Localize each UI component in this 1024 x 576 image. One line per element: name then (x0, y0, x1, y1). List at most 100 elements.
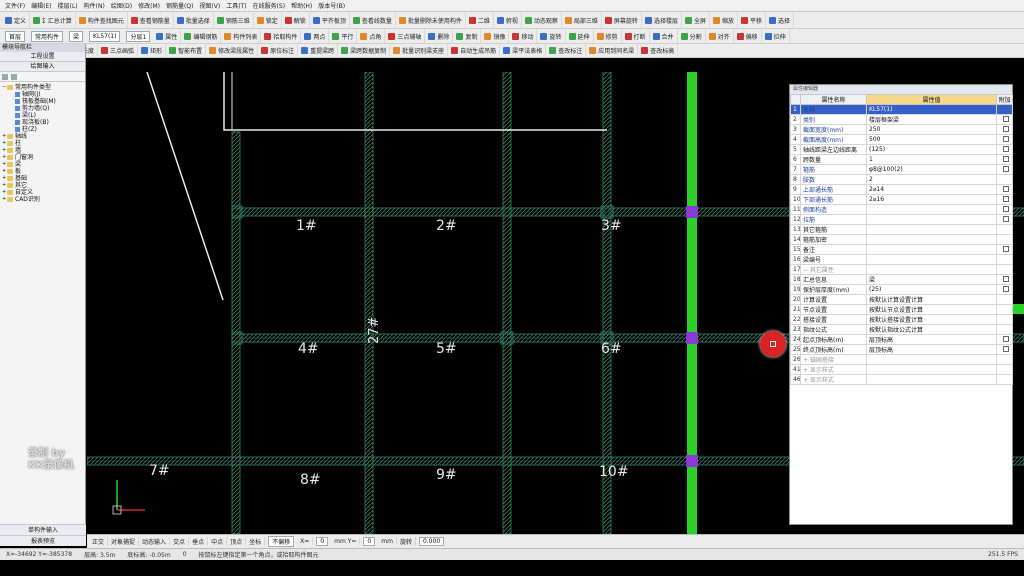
property-row[interactable]: 17− 其它属性 (790, 264, 1013, 275)
tree-node[interactable]: + 墙 (2, 147, 85, 154)
menu-item-5[interactable]: 修改(M) (135, 1, 163, 10)
property-row[interactable]: 25 终点顶标高(m) 层顶标高 (790, 344, 1013, 355)
main-button-6[interactable]: 锁定 (254, 12, 282, 28)
property-value[interactable]: 2⌀14 (866, 184, 997, 195)
attach-checkbox[interactable] (1002, 165, 1009, 172)
draw-button-9[interactable]: 梁跨数据复制 (338, 44, 391, 57)
attach-checkbox[interactable] (1002, 205, 1009, 212)
attach-checkbox[interactable] (1002, 285, 1009, 292)
tree-node[interactable]: + 自定义 (2, 189, 85, 196)
property-row[interactable]: 9 上部通长筋 2⌀14 (790, 184, 1013, 195)
snap-item-5[interactable]: 中点 (208, 537, 228, 546)
property-row[interactable]: 6 跨数量 1 (790, 154, 1013, 165)
attach-checkbox[interactable] (1002, 125, 1009, 132)
type-select[interactable]: 梁 (69, 30, 84, 42)
edit-button-2[interactable]: 构件列表 (221, 29, 262, 43)
attach-checkbox[interactable] (1002, 245, 1009, 252)
edit-button-7[interactable]: 三点辅轴 (385, 29, 426, 43)
tab-single-input[interactable]: 单构件输入 (0, 524, 86, 535)
attach-checkbox[interactable] (1002, 335, 1009, 342)
tab-project-settings[interactable]: 工程设置 (0, 52, 85, 62)
category-select[interactable]: 常用构件 (31, 30, 64, 42)
draw-button-15[interactable]: 查改标高 (638, 44, 679, 57)
edit-button-9[interactable]: 复制 (453, 29, 482, 43)
component-name-select[interactable]: KL57(1) (89, 30, 121, 42)
property-value[interactable] (866, 244, 997, 255)
snap-item-15[interactable]: 0.000 (418, 537, 445, 546)
edit-button-8[interactable]: 删除 (425, 29, 454, 43)
property-value[interactable] (866, 354, 997, 365)
main-button-10[interactable]: 批量删除未使用构件 (396, 12, 466, 28)
property-row[interactable]: 12 拉筋 (790, 214, 1013, 225)
property-value[interactable]: (125) (866, 144, 997, 155)
tree-node[interactable]: 现浇板(B) (2, 119, 85, 126)
property-value[interactable]: 楼层框架梁 (866, 114, 997, 125)
property-value[interactable]: 按默认搭接设置计算 (866, 314, 997, 325)
edit-button-15[interactable]: 打断 (622, 29, 650, 43)
property-row[interactable]: 4 截面高度(mm) 500 (790, 134, 1013, 145)
property-row[interactable]: 11 侧面构造 (790, 204, 1013, 215)
main-button-1[interactable]: Σ 汇总计算 (30, 12, 76, 28)
property-row[interactable]: 14 箍筋加密 (790, 234, 1013, 245)
property-value[interactable] (866, 224, 997, 235)
tree-node[interactable]: 柱(Z) (2, 126, 85, 133)
property-value[interactable]: KL57(1) (866, 104, 997, 115)
property-value[interactable]: 500 (866, 134, 997, 145)
property-value[interactable]: 层顶标高 (866, 344, 997, 355)
snap-item-9[interactable]: X= (297, 538, 314, 545)
snap-item-0[interactable]: 正交 (89, 537, 109, 546)
attach-checkbox[interactable] (1002, 155, 1009, 162)
attach-checkbox[interactable] (1002, 135, 1009, 142)
draw-button-7[interactable]: 原位标注 (258, 44, 299, 57)
edit-button-0[interactable]: 属性 (153, 29, 182, 43)
edit-button-6[interactable]: 点角 (357, 29, 386, 43)
menu-item-1[interactable]: 编辑(E) (28, 1, 54, 10)
property-row[interactable]: 46 + 显示样式 (790, 374, 1013, 385)
main-button-12[interactable]: 俯视 (494, 12, 522, 28)
attach-checkbox[interactable] (1002, 195, 1009, 202)
menu-item-2[interactable]: 楼层(L) (55, 1, 81, 10)
property-value[interactable] (866, 254, 997, 265)
tree-node[interactable]: + CAD识别 (2, 196, 85, 203)
menu-item-7[interactable]: 视图(V) (196, 1, 223, 10)
property-row[interactable]: 41 + 显示样式 (790, 364, 1013, 375)
property-value[interactable]: 层顶标高 (866, 334, 997, 345)
property-value[interactable]: 2 (866, 174, 997, 185)
draw-button-5[interactable]: 智能布置 (166, 44, 207, 57)
edit-button-5[interactable]: 平行 (329, 29, 358, 43)
main-button-14[interactable]: 局部三维 (562, 12, 602, 28)
edit-button-4[interactable]: 两点 (301, 29, 330, 43)
main-button-19[interactable]: 平移 (738, 12, 766, 28)
main-button-3[interactable]: 查看钢筋量 (128, 12, 174, 28)
property-row[interactable]: 13 其它箍筋 (790, 224, 1013, 235)
tree-node[interactable]: + 轴线 (2, 133, 85, 140)
draw-button-13[interactable]: 查改标注 (546, 44, 587, 57)
menu-item-4[interactable]: 绘图(D) (108, 1, 135, 10)
snap-item-8[interactable]: 不偏移 (268, 536, 295, 547)
attach-checkbox[interactable] (1002, 215, 1009, 222)
snap-item-4[interactable]: 垂点 (189, 537, 209, 546)
main-button-2[interactable]: 构件查找图元 (76, 12, 128, 28)
property-value[interactable] (866, 264, 997, 275)
property-value[interactable]: 按默认计算设置计算 (866, 294, 997, 305)
remove-icon[interactable] (11, 73, 17, 80)
property-row[interactable]: 22 搭接设置 按默认搭接设置计算 (790, 314, 1013, 325)
property-row[interactable]: 10 下部通长筋 2⌀16 (790, 194, 1013, 205)
property-row[interactable]: 5 轴线距梁左边线距离 (125) (790, 144, 1013, 155)
snap-item-10[interactable]: 0 (316, 537, 329, 546)
snap-item-1[interactable]: 对象捕捉 (108, 537, 140, 546)
property-value[interactable] (866, 374, 997, 385)
menu-item-3[interactable]: 构件(N) (81, 1, 108, 10)
property-row[interactable]: 3 截面宽度(mm) 250 (790, 124, 1013, 135)
main-button-4[interactable]: 批量选择 (174, 12, 214, 28)
snap-item-14[interactable]: 旋转 (397, 537, 416, 546)
property-row[interactable]: 18 汇总信息梁 (790, 274, 1013, 285)
edit-button-19[interactable]: 偏移 (734, 29, 762, 43)
tree-node[interactable]: + 基础 (2, 175, 85, 182)
tree-node[interactable]: 梁(L) (2, 112, 85, 119)
attach-checkbox[interactable] (1002, 185, 1009, 192)
floating-record-button[interactable] (760, 331, 786, 357)
edit-button-20[interactable]: 拉伸 (762, 29, 790, 43)
tree-node[interactable]: + 梁 (2, 161, 85, 168)
property-row[interactable]: 24 起点顶标高(m) 层顶标高 (790, 334, 1013, 345)
